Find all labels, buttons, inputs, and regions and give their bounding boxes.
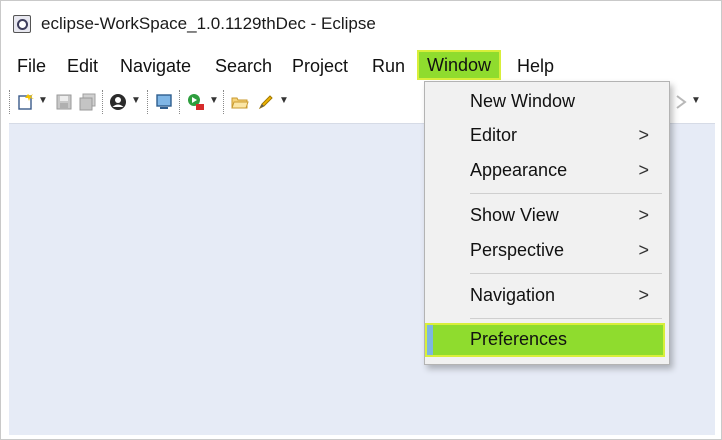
menu-item-perspective[interactable]: Perspective > [425,234,669,268]
chevron-right-icon: > [638,125,649,145]
chevron-right-icon: > [638,205,649,225]
menu-search[interactable]: Search [215,53,272,79]
menu-window[interactable]: Window [417,50,502,80]
menu-item-label: Appearance [470,160,568,180]
menu-separator [470,318,662,319]
profile-icon[interactable] [109,93,127,111]
menu-item-label: Preferences [470,329,568,349]
menu-item-label: Navigation [470,285,556,305]
chevron-right-icon: > [638,240,649,260]
menu-item-new-window[interactable]: New Window [425,85,669,119]
menu-navigate[interactable]: Navigate [120,53,191,79]
menu-run[interactable]: Run [372,53,405,79]
menu-item-label: Show View [470,205,559,225]
menu-item-preferences[interactable]: Preferences [425,323,665,357]
menu-separator [470,193,662,194]
save-icon[interactable] [55,93,73,111]
pen-dropdown-icon[interactable]: ▼ [279,95,289,106]
menu-item-navigation[interactable]: Navigation > [425,279,669,313]
title-bar: eclipse-WorkSpace_1.0.1129thDec - Eclips… [1,1,721,45]
menu-bar: File Edit Navigate Search Project Run Wi… [1,47,721,83]
nav-forward-icon[interactable] [673,93,691,111]
run-dropdown-icon[interactable]: ▼ [209,95,219,106]
menu-item-show-view[interactable]: Show View > [425,199,669,233]
toolbar-separator [147,90,150,114]
window-menu-dropdown: New Window Editor > Appearance > Show Vi… [424,81,670,365]
pen-icon[interactable] [257,93,275,111]
run-icon[interactable] [187,93,205,111]
save-all-icon[interactable] [79,93,97,111]
menu-item-label: New Window [470,91,576,111]
selection-accent [427,325,433,355]
menu-item-appearance[interactable]: Appearance > [425,154,669,188]
nav-forward-dropdown-icon[interactable]: ▼ [691,95,701,106]
menu-separator [470,273,662,274]
menu-item-label: Perspective [470,240,565,260]
menu-file[interactable]: File [17,53,46,79]
window-title: eclipse-WorkSpace_1.0.1129thDec - Eclips… [41,14,376,33]
profile-dropdown-icon[interactable]: ▼ [131,95,141,106]
new-file-icon[interactable] [17,93,35,111]
eclipse-window: eclipse-WorkSpace_1.0.1129thDec - Eclips… [0,0,722,440]
toolbar-grip [9,90,12,114]
menu-help[interactable]: Help [517,53,554,79]
toolbar-separator [179,90,182,114]
menu-item-editor[interactable]: Editor > [425,119,669,153]
toolbar-separator [223,90,226,114]
new-dropdown-icon[interactable]: ▼ [38,95,48,106]
chevron-right-icon: > [638,285,649,305]
open-folder-icon[interactable] [231,93,249,111]
menu-item-label: Editor [470,125,518,145]
toolbar-separator [102,90,105,114]
menu-edit[interactable]: Edit [67,53,98,79]
eclipse-app-icon [13,15,31,33]
monitor-icon[interactable] [155,93,173,111]
menu-project[interactable]: Project [292,53,348,79]
chevron-right-icon: > [638,160,649,180]
